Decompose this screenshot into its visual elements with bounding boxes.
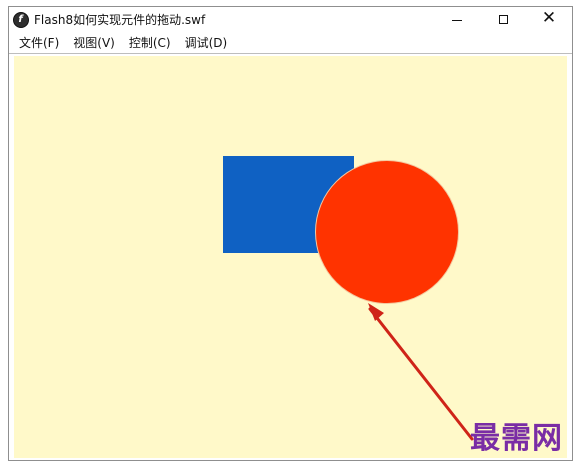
maximize-button[interactable]: [480, 7, 526, 32]
menu-control[interactable]: 控制(C): [129, 34, 171, 51]
menu-debug[interactable]: 调试(D): [185, 34, 228, 51]
window-controls: ✕: [434, 7, 572, 32]
menu-bar: 文件(F) 视图(V) 控制(C) 调试(D): [9, 32, 572, 54]
close-button[interactable]: ✕: [526, 7, 572, 32]
flash-stage[interactable]: 最需网: [14, 56, 567, 458]
minimize-button[interactable]: [434, 7, 480, 32]
minimize-icon: [452, 20, 462, 21]
flash-icon-letter: f: [18, 13, 23, 25]
annotation-arrow-line: [368, 307, 474, 441]
flash-app-icon: f: [13, 11, 29, 28]
red-circle-draggable-shape[interactable]: [316, 161, 458, 303]
flash-player-window: f Flash8如何实现元件的拖动.swf ✕ 文件(F) 视图(V) 控制(C…: [8, 6, 573, 461]
title-bar[interactable]: f Flash8如何实现元件的拖动.swf ✕: [9, 7, 572, 32]
menu-view[interactable]: 视图(V): [73, 34, 115, 51]
watermark-logo: 最需网: [470, 421, 563, 456]
annotation-arrow-head: [368, 303, 384, 321]
window-title: Flash8如何实现元件的拖动.swf: [34, 13, 206, 27]
annotation-arrow: [368, 303, 474, 441]
menu-file[interactable]: 文件(F): [19, 34, 59, 51]
close-icon: ✕: [541, 8, 557, 28]
maximize-icon: [498, 15, 508, 24]
